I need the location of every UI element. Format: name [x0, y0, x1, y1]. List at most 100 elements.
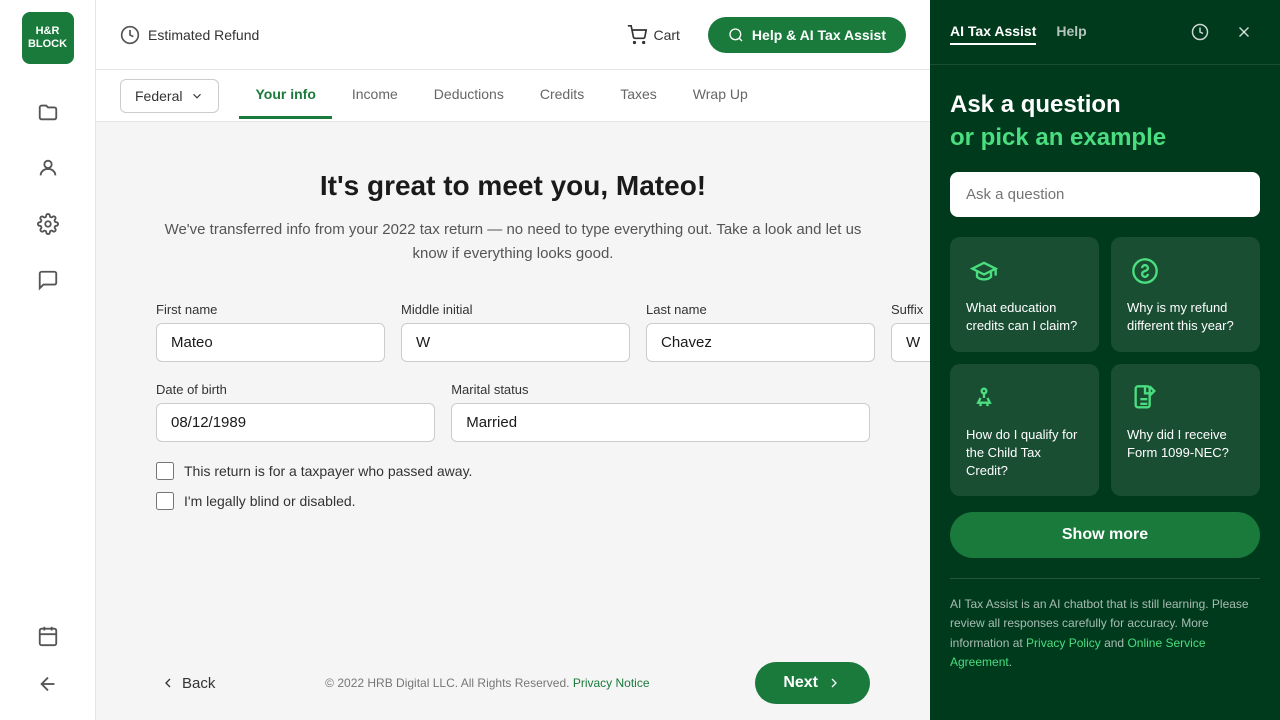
panel-header: AI Tax Assist Help	[930, 0, 1280, 65]
cart-button[interactable]: Cart	[615, 17, 691, 53]
help-btn-label: Help & AI Tax Assist	[752, 27, 886, 43]
chevron-left-icon	[160, 675, 176, 691]
panel-divider	[950, 578, 1260, 579]
help-ai-button[interactable]: Help & AI Tax Assist	[708, 17, 906, 53]
card-refund-different[interactable]: Why is my refund different this year?	[1111, 237, 1260, 351]
refund-icon	[120, 25, 140, 45]
logo[interactable]: H&R BLOCK	[22, 12, 74, 64]
page-footer: Back © 2022 HRB Digital LLC. All Rights …	[96, 650, 930, 720]
sidebar-item-files[interactable]	[24, 88, 72, 136]
history-icon	[1191, 23, 1209, 41]
ask-subtitle: or pick an example	[950, 124, 1260, 152]
panel-tab-help[interactable]: Help	[1056, 19, 1086, 45]
main-area: Estimated Refund Cart Help & AI Tax Assi…	[96, 0, 930, 720]
next-label: Next	[783, 674, 818, 692]
card-education-credits[interactable]: What education credits can I claim?	[950, 237, 1099, 351]
child-icon	[966, 380, 1002, 416]
next-button[interactable]: Next	[755, 662, 870, 704]
suffix-group: Suffix	[891, 302, 930, 362]
sidebar-item-collapse[interactable]	[24, 660, 72, 708]
marital-group: Marital status	[451, 382, 870, 442]
first-name-label: First name	[156, 302, 385, 317]
back-button[interactable]: Back	[156, 667, 219, 700]
back-label: Back	[182, 675, 215, 692]
ask-question-input[interactable]	[950, 172, 1260, 217]
page-title: It's great to meet you, Mateo!	[156, 170, 870, 202]
sidebar-item-chat[interactable]	[24, 256, 72, 304]
panel-close-button[interactable]	[1228, 16, 1260, 48]
marital-input[interactable]	[451, 403, 870, 442]
last-name-input[interactable]	[646, 323, 875, 362]
tab-income[interactable]: Income	[336, 72, 414, 119]
checkbox-group: This return is for a taxpayer who passed…	[156, 462, 870, 510]
page-subtitle: We've transferred info from your 2022 ta…	[156, 218, 870, 266]
suffix-input[interactable]	[891, 323, 930, 362]
estimated-refund: Estimated Refund	[120, 25, 259, 45]
blind-disabled-item: I'm legally blind or disabled.	[156, 492, 870, 510]
form-content: It's great to meet you, Mateo! We've tra…	[96, 122, 930, 650]
cart-label: Cart	[653, 27, 679, 43]
dob-marital-row: Date of birth Marital status	[156, 382, 870, 442]
chevron-down-icon	[190, 89, 204, 103]
blind-disabled-label: I'm legally blind or disabled.	[184, 493, 356, 509]
passed-away-checkbox[interactable]	[156, 462, 174, 480]
chevron-right-icon	[826, 675, 842, 691]
dob-input[interactable]	[156, 403, 435, 442]
dob-group: Date of birth	[156, 382, 435, 442]
marital-label: Marital status	[451, 382, 870, 397]
last-name-group: Last name	[646, 302, 875, 362]
tab-your-info[interactable]: Your info	[239, 72, 331, 119]
sidebar-item-calendar[interactable]	[24, 612, 72, 660]
card-education-text: What education credits can I claim?	[966, 299, 1083, 335]
dob-label: Date of birth	[156, 382, 435, 397]
estimated-refund-label: Estimated Refund	[148, 27, 259, 43]
right-panel: AI Tax Assist Help Ask a question or pic…	[930, 0, 1280, 720]
privacy-notice-link[interactable]: Privacy Notice	[573, 676, 650, 690]
passed-away-label: This return is for a taxpayer who passed…	[184, 463, 472, 479]
privacy-policy-link[interactable]: Privacy Policy	[1026, 636, 1101, 650]
sidebar: H&R BLOCK	[0, 0, 96, 720]
header: Estimated Refund Cart Help & AI Tax Assi…	[96, 0, 930, 70]
close-icon	[1235, 23, 1253, 41]
panel-icons	[1184, 16, 1260, 48]
middle-initial-group: Middle initial	[401, 302, 630, 362]
logo-line1: H&R	[36, 25, 60, 38]
tab-deductions[interactable]: Deductions	[418, 72, 520, 119]
federal-label: Federal	[135, 88, 182, 104]
card-1099-text: Why did I receive Form 1099-NEC?	[1127, 426, 1244, 462]
panel-tab-ai[interactable]: AI Tax Assist	[950, 19, 1036, 45]
card-child-text: How do I qualify for the Child Tax Credi…	[966, 426, 1083, 481]
passed-away-item: This return is for a taxpayer who passed…	[156, 462, 870, 480]
first-name-input[interactable]	[156, 323, 385, 362]
middle-initial-input[interactable]	[401, 323, 630, 362]
panel-body: Ask a question or pick an example What e…	[930, 65, 1280, 720]
ask-title: Ask a question	[950, 89, 1260, 120]
tab-taxes[interactable]: Taxes	[604, 72, 673, 119]
last-name-label: Last name	[646, 302, 875, 317]
middle-initial-label: Middle initial	[401, 302, 630, 317]
logo-line2: BLOCK	[28, 38, 67, 51]
nav-tabs: Federal Your info Income Deductions Cred…	[96, 70, 930, 122]
card-form-1099[interactable]: Why did I receive Form 1099-NEC?	[1111, 364, 1260, 497]
sidebar-item-settings[interactable]	[24, 200, 72, 248]
federal-select[interactable]: Federal	[120, 79, 219, 113]
cart-icon	[627, 25, 647, 45]
panel-history-button[interactable]	[1184, 16, 1216, 48]
sidebar-bottom	[24, 612, 72, 708]
card-child-tax-credit[interactable]: How do I qualify for the Child Tax Credi…	[950, 364, 1099, 497]
tab-wrap-up[interactable]: Wrap Up	[677, 72, 764, 119]
search-icon	[728, 27, 744, 43]
graduation-cap-icon	[966, 253, 1002, 289]
blind-disabled-checkbox[interactable]	[156, 492, 174, 510]
disclaimer: AI Tax Assist is an AI chatbot that is s…	[950, 595, 1260, 688]
show-more-button[interactable]: Show more	[950, 512, 1260, 558]
panel-tabs: AI Tax Assist Help	[950, 19, 1087, 45]
card-refund-text: Why is my refund different this year?	[1127, 299, 1244, 335]
tab-credits[interactable]: Credits	[524, 72, 600, 119]
dollar-circle-icon	[1127, 253, 1163, 289]
sidebar-item-profile[interactable]	[24, 144, 72, 192]
name-row: First name Middle initial Last name Suff…	[156, 302, 870, 362]
footer-copyright: © 2022 HRB Digital LLC. All Rights Reser…	[219, 676, 755, 690]
example-cards: What education credits can I claim? Why …	[950, 237, 1260, 496]
document-icon	[1127, 380, 1163, 416]
